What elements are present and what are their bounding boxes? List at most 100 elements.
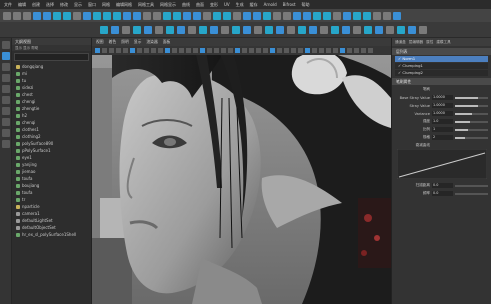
attr-value-field[interactable]: 1.0000: [432, 111, 453, 116]
viewport-tool-icon[interactable]: [340, 48, 345, 53]
shelf2-tool-icon[interactable]: [331, 25, 339, 34]
menu-item[interactable]: 显示: [74, 2, 82, 8]
outliner-item[interactable]: yanjing: [12, 161, 91, 168]
toolbox-tool-icon[interactable]: [2, 41, 10, 49]
viewport-menu-item[interactable]: 面板: [163, 39, 171, 45]
shelf-tool-icon[interactable]: [273, 11, 281, 20]
menu-item[interactable]: 缓存: [250, 2, 258, 8]
menu-item[interactable]: 编辑: [18, 2, 26, 8]
outliner-item[interactable]: toufa: [12, 175, 91, 182]
shelf-tool-icon[interactable]: [223, 11, 231, 20]
attr-tab[interactable]: 层编辑器: [409, 40, 423, 45]
outliner-item[interactable]: camera1: [12, 210, 91, 217]
shelf-tool-icon[interactable]: [303, 11, 311, 20]
viewport-tool-icon[interactable]: [158, 48, 163, 53]
outliner-item[interactable]: eye1: [12, 154, 91, 161]
viewport-tool-icon[interactable]: [109, 48, 114, 53]
viewport-tool-icon[interactable]: [116, 48, 121, 53]
shelf2-tool-icon[interactable]: [243, 25, 251, 34]
shelf2-tool-icon[interactable]: [265, 25, 273, 34]
shelf-tool-icon[interactable]: [143, 11, 151, 20]
shelf-tool-icon[interactable]: [293, 11, 301, 20]
viewport-tool-icon[interactable]: [172, 48, 177, 53]
shelf-tool-icon[interactable]: [383, 11, 391, 20]
shelf-tool-icon[interactable]: [3, 11, 11, 20]
shelf2-tool-icon[interactable]: [320, 25, 328, 34]
shelf2-tool-icon[interactable]: [408, 25, 416, 34]
shelf2-tool-icon[interactable]: [122, 25, 130, 34]
outliner-item[interactable]: h2: [12, 112, 91, 119]
shelf-tool-icon[interactable]: [103, 11, 111, 20]
toolbox-tool-icon[interactable]: [2, 140, 10, 148]
shelf-tool-icon[interactable]: [163, 11, 171, 20]
menu-item[interactable]: 网格显示: [160, 2, 176, 8]
toolbox-tool-icon[interactable]: [2, 52, 10, 60]
viewport-tool-icon[interactable]: [319, 48, 324, 53]
attr-value-field[interactable]: 1.0: [432, 119, 453, 124]
shelf-tool-icon[interactable]: [73, 11, 81, 20]
brush-attr-section-header[interactable]: 笔刷属性: [392, 78, 491, 85]
menu-item[interactable]: 修改: [60, 2, 68, 8]
shelf-tool-icon[interactable]: [113, 11, 121, 20]
outliner-search-input[interactable]: [14, 53, 89, 61]
menu-item[interactable]: 文件: [4, 2, 12, 8]
outliner-item[interactable]: chengi: [12, 98, 91, 105]
shelf-tool-icon[interactable]: [283, 11, 291, 20]
viewport-tool-icon[interactable]: [165, 48, 170, 53]
viewport-tool-icon[interactable]: [102, 48, 107, 53]
outliner-item[interactable]: chenqi: [12, 119, 91, 126]
attr-slider[interactable]: [455, 120, 488, 123]
shelf2-tool-icon[interactable]: [386, 25, 394, 34]
outliner-item[interactable]: tr: [12, 196, 91, 203]
viewport-tool-icon[interactable]: [95, 48, 100, 53]
viewport-tool-icon[interactable]: [291, 48, 296, 53]
shelf-tool-icon[interactable]: [193, 11, 201, 20]
attr-slider[interactable]: [455, 96, 488, 99]
layer-item[interactable]: ✓ Clumping2: [395, 70, 488, 76]
outliner-item[interactable]: clothing2: [12, 133, 91, 140]
viewport-tool-icon[interactable]: [207, 48, 212, 53]
shelf2-tool-icon[interactable]: [177, 25, 185, 34]
toolbox-tool-icon[interactable]: [2, 107, 10, 115]
attr-value-field[interactable]: 1: [432, 127, 453, 132]
attr-slider[interactable]: [455, 184, 488, 187]
viewport-tool-icon[interactable]: [298, 48, 303, 53]
shelf2-tool-icon[interactable]: [111, 25, 119, 34]
shelf-tool-icon[interactable]: [263, 11, 271, 20]
viewport-tool-icon[interactable]: [151, 48, 156, 53]
viewport[interactable]: [92, 38, 391, 304]
viewport-tool-icon[interactable]: [256, 48, 261, 53]
viewport-tool-icon[interactable]: [228, 48, 233, 53]
attr-slider[interactable]: [455, 136, 488, 139]
viewport-tool-icon[interactable]: [242, 48, 247, 53]
viewport-tool-icon[interactable]: [200, 48, 205, 53]
menu-item[interactable]: 网格工具: [138, 2, 154, 8]
attr-slider[interactable]: [455, 112, 488, 115]
attr-slider[interactable]: [455, 104, 488, 107]
shelf-tool-icon[interactable]: [353, 11, 361, 20]
toolbox-tool-icon[interactable]: [2, 63, 10, 71]
shelf2-tool-icon[interactable]: [166, 25, 174, 34]
outliner-item[interactable]: hr_ex_sl_polySurface1Shell: [12, 231, 91, 238]
outliner-item[interactable]: defaultObjectSet: [12, 224, 91, 231]
shelf-tool-icon[interactable]: [183, 11, 191, 20]
viewport-tool-icon[interactable]: [354, 48, 359, 53]
shelf-tool-icon[interactable]: [253, 11, 261, 20]
viewport-menu-item[interactable]: 视图: [96, 39, 104, 45]
shelf2-tool-icon[interactable]: [199, 25, 207, 34]
viewport-tool-icon[interactable]: [305, 48, 310, 53]
viewport-tool-icon[interactable]: [249, 48, 254, 53]
shelf2-tool-icon[interactable]: [309, 25, 317, 34]
shelf-tool-icon[interactable]: [363, 11, 371, 20]
shelf2-tool-icon[interactable]: [232, 25, 240, 34]
shelf-tool-icon[interactable]: [13, 11, 21, 20]
menu-item[interactable]: 帮助: [302, 2, 310, 8]
falloff-curve-graph[interactable]: [396, 148, 488, 180]
menu-item[interactable]: 网格: [102, 2, 110, 8]
viewport-tool-icon[interactable]: [130, 48, 135, 53]
menu-item[interactable]: Bifrost: [283, 2, 296, 7]
viewport-tool-icon[interactable]: [326, 48, 331, 53]
shelf2-tool-icon[interactable]: [188, 25, 196, 34]
menu-item[interactable]: Arnold: [264, 2, 277, 7]
shelf-tool-icon[interactable]: [123, 11, 131, 20]
